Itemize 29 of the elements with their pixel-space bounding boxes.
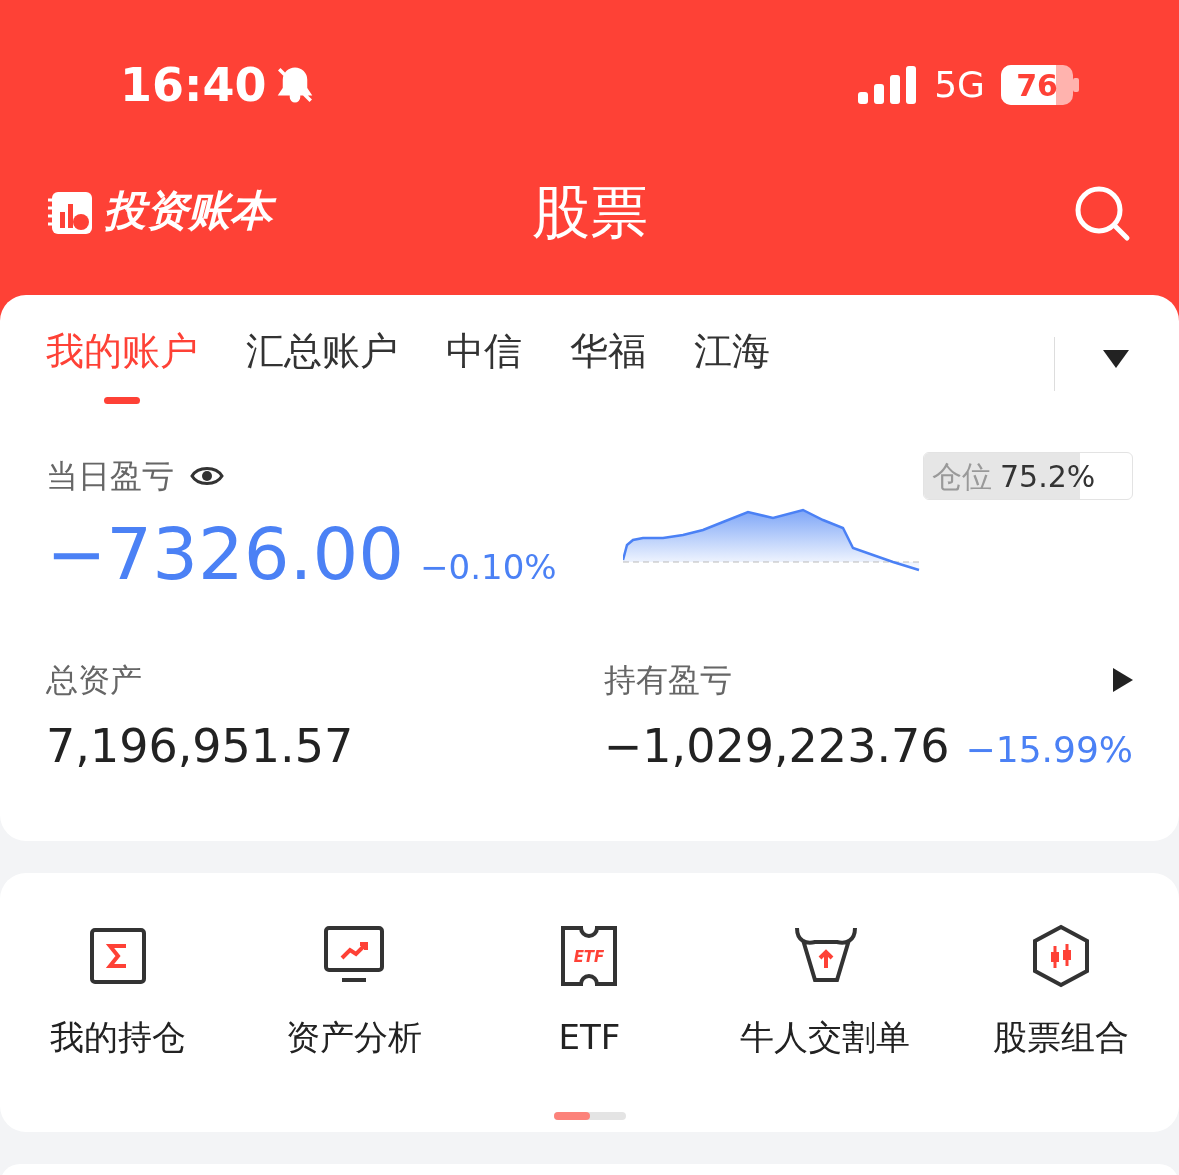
total-assets-value: 7,196,951.57 — [46, 718, 355, 775]
account-tab[interactable]: 华福 — [570, 323, 646, 404]
network-type: 5G — [934, 63, 985, 107]
account-tab[interactable]: 中信 — [446, 323, 522, 404]
play-arrow-icon[interactable] — [1113, 668, 1133, 692]
ledger-chart-icon — [48, 189, 94, 236]
shortcut-button[interactable]: 我的持仓 — [0, 923, 236, 1064]
holding-pnl-percent: −15.99% — [965, 728, 1133, 772]
shortcut-button[interactable]: 牛人交割单 — [707, 923, 944, 1064]
clock-time: 16:40 — [120, 56, 267, 114]
account-tab[interactable]: 江海 — [694, 323, 770, 404]
position-value: 75.2% — [1000, 457, 1096, 496]
page-title: 股票 — [531, 178, 648, 246]
account-tab[interactable]: 汇总账户 — [246, 323, 398, 404]
shortcut-button[interactable]: 股票组合 — [943, 923, 1179, 1064]
total-assets-label: 总资产 — [46, 660, 143, 701]
holding-pnl-label: 持有盈亏 — [603, 660, 732, 701]
battery-icon: 76 — [1001, 65, 1073, 105]
battery-tip-icon — [1073, 78, 1079, 92]
holding-pnl-value: −1,029,223.76 — [603, 718, 950, 775]
app-logo-text: 投资账本 — [102, 180, 282, 245]
shortcut-button[interactable]: ETF ETF — [471, 923, 708, 1064]
shortcut-button[interactable]: 资产分析 — [235, 923, 472, 1064]
daily-pnl-percent: −0.10% — [420, 546, 557, 589]
daily-pnl-value: −7326.00 — [46, 511, 405, 598]
dropdown-caret-icon[interactable] — [1103, 349, 1129, 370]
daily-pnl-label: 当日盈亏 — [46, 456, 174, 497]
position-label: 仓位 — [932, 457, 992, 496]
signal-icon — [858, 66, 919, 104]
